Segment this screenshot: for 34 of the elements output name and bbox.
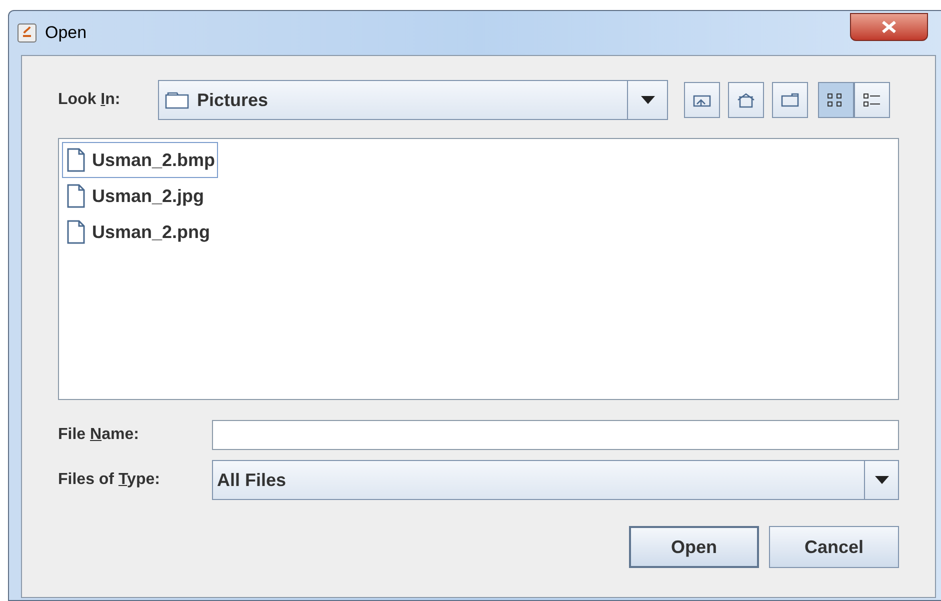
file-type-label: Files of Type: [58,471,160,488]
file-name: Usman_2.bmp [92,148,216,172]
app-icon [17,23,37,43]
caret-icon [874,476,888,484]
new-folder-icon [780,91,800,109]
look-in-label: Look In: [58,91,120,108]
dialog-button[interactable]: Open [629,526,759,568]
toolbar-button[interactable] [772,82,808,118]
file-name-field[interactable] [212,420,899,450]
view-toggle-button[interactable] [818,82,854,118]
file-name: Usman_2.jpg [92,184,204,208]
file-icon [66,184,86,208]
details-view-icon [862,91,882,109]
file-name: Usman_2.png [92,220,210,244]
view-toggle-button[interactable] [854,82,890,118]
folder-icon [165,91,191,109]
file-type-dropdown[interactable]: All Files [212,460,899,500]
caret-icon [640,96,654,104]
dialog-button[interactable]: Cancel [769,526,899,568]
home-icon [736,91,756,109]
look-in-dropdown[interactable]: Pictures [158,80,668,120]
file-icon [66,220,86,244]
file-icon [66,148,86,172]
file-item[interactable]: Usman_2.jpg [62,178,208,214]
file-item[interactable]: Usman_2.bmp [62,142,218,178]
file-name-label: File Name: [58,426,139,443]
file-type-value: All Files [216,468,288,492]
window-title: Open [45,22,87,44]
toolbar-button[interactable] [728,82,764,118]
close-button[interactable] [850,13,928,41]
close-icon [881,21,897,33]
toolbar-button[interactable] [684,82,720,118]
look-in-value: Pictures [197,88,268,112]
file-item[interactable]: Usman_2.png [62,214,214,250]
